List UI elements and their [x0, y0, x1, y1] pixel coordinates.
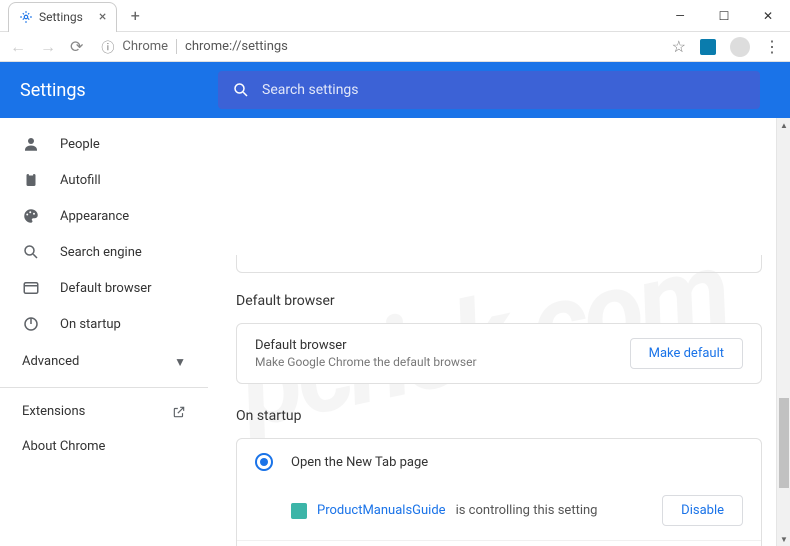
sidebar-extensions[interactable]: Extensions	[0, 394, 208, 429]
search-icon	[22, 243, 40, 261]
sidebar-item-autofill[interactable]: Autofill	[0, 162, 208, 198]
sidebar-item-label: Search engine	[60, 245, 142, 260]
scroll-thumb[interactable]	[779, 398, 789, 488]
radio-selected-icon[interactable]	[255, 453, 273, 471]
sidebar-item-search-engine[interactable]: Search engine	[0, 234, 208, 270]
page-title: Settings	[20, 80, 198, 101]
forward-button[interactable]: →	[40, 37, 56, 57]
search-field-wrap[interactable]	[218, 71, 760, 109]
minimize-button[interactable]: —	[658, 0, 702, 32]
vertical-scrollbar[interactable]: ▲ ▼	[776, 118, 790, 546]
extensions-label: Extensions	[22, 404, 85, 419]
card-stub	[236, 255, 762, 273]
kebab-menu-icon[interactable]: ⋮	[764, 37, 780, 56]
url-field[interactable]: ⓘ Chrome chrome://settings	[97, 37, 657, 56]
extension-thumb-icon	[291, 503, 307, 519]
default-browser-card: Default browser Make Google Chrome the d…	[236, 323, 762, 384]
sidebar-item-label: People	[60, 137, 100, 152]
palette-icon	[22, 207, 40, 225]
about-label: About Chrome	[22, 439, 105, 454]
toolbar-right: ☆ ⋮	[672, 37, 780, 57]
window-titlebar: Settings × + — ☐ ✕	[0, 0, 790, 32]
sidebar-item-label: Autofill	[60, 173, 101, 188]
section-title-default-browser: Default browser	[236, 293, 762, 309]
sidebar-item-label: Default browser	[60, 281, 152, 296]
profile-avatar[interactable]	[730, 37, 750, 57]
sidebar-item-on-startup[interactable]: On startup	[0, 306, 208, 342]
sidebar-item-default-browser[interactable]: Default browser	[0, 270, 208, 306]
radio-label: Open the New Tab page	[291, 455, 743, 470]
extension-link[interactable]: ProductManualsGuide	[317, 503, 446, 518]
tab-title: Settings	[39, 10, 83, 24]
sidebar-item-people[interactable]: People	[0, 126, 208, 162]
back-button[interactable]: ←	[10, 37, 26, 57]
search-input[interactable]	[262, 82, 746, 98]
power-icon	[22, 315, 40, 333]
info-icon: ⓘ	[101, 37, 114, 56]
disable-button[interactable]: Disable	[662, 495, 743, 526]
advanced-label: Advanced	[22, 354, 79, 369]
close-window-button[interactable]: ✕	[746, 0, 790, 32]
browser-tab[interactable]: Settings ×	[8, 2, 117, 32]
person-icon	[22, 135, 40, 153]
sidebar: People Autofill Appearance Search engine…	[0, 118, 208, 546]
star-icon[interactable]: ☆	[672, 37, 686, 56]
clipboard-icon	[22, 171, 40, 189]
gear-icon	[19, 10, 33, 24]
extension-controlling-row: ProductManualsGuide is controlling this …	[237, 485, 761, 540]
chrome-label: Chrome	[122, 39, 177, 54]
divider	[0, 387, 208, 388]
startup-option-continue[interactable]: Continue where you left off	[237, 540, 761, 546]
default-browser-sub: Make Google Chrome the default browser	[255, 355, 630, 369]
maximize-button[interactable]: ☐	[702, 0, 746, 32]
sidebar-item-label: On startup	[60, 317, 121, 332]
settings-header: Settings	[0, 62, 790, 118]
main-panel: pcrisk.com Default browser Default brows…	[208, 118, 790, 546]
sidebar-item-label: Appearance	[60, 209, 129, 224]
new-tab-button[interactable]: +	[125, 6, 145, 25]
chevron-down-icon: ▼	[174, 355, 186, 369]
address-bar: ← → ⟳ ⓘ Chrome chrome://settings ☆ ⋮	[0, 32, 790, 62]
startup-option-new-tab[interactable]: Open the New Tab page	[237, 439, 761, 485]
sidebar-advanced-toggle[interactable]: Advanced ▼	[0, 342, 208, 381]
startup-card: Open the New Tab page ProductManualsGuid…	[236, 438, 762, 546]
browser-icon	[22, 279, 40, 297]
section-title-startup: On startup	[236, 408, 762, 424]
reload-button[interactable]: ⟳	[70, 37, 83, 56]
make-default-button[interactable]: Make default	[630, 338, 743, 369]
default-browser-label: Default browser	[255, 338, 630, 353]
sidebar-item-appearance[interactable]: Appearance	[0, 198, 208, 234]
window-controls: — ☐ ✕	[658, 0, 790, 32]
sidebar-about[interactable]: About Chrome	[0, 429, 208, 464]
search-icon	[232, 81, 250, 99]
url-text: chrome://settings	[185, 39, 288, 54]
extension-tail-text: is controlling this setting	[456, 503, 653, 518]
content-area: People Autofill Appearance Search engine…	[0, 118, 790, 546]
close-tab-icon[interactable]: ×	[99, 9, 106, 25]
scroll-up-icon[interactable]: ▲	[777, 118, 790, 132]
scroll-down-icon[interactable]: ▼	[777, 532, 790, 546]
extension-badge-icon[interactable]	[700, 39, 716, 55]
open-external-icon	[172, 405, 186, 419]
